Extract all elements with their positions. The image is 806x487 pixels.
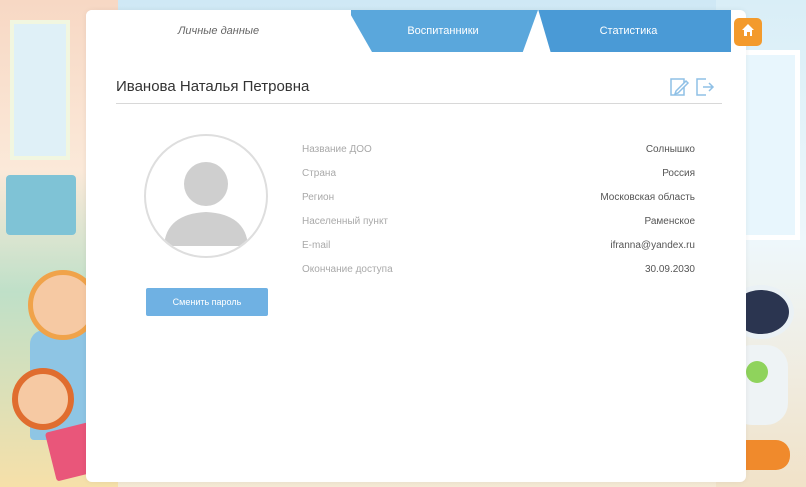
info-value: 30.09.2030	[644, 264, 695, 275]
info-label: Окончание доступа	[302, 264, 393, 275]
tab-statistics[interactable]: Статистика	[538, 10, 731, 52]
tab-label: Воспитанники	[407, 25, 479, 37]
info-value: Солнышко	[645, 144, 695, 155]
home-button[interactable]	[734, 18, 762, 46]
info-row-country: Страна Россия	[302, 164, 695, 188]
tab-label: Статистика	[599, 25, 658, 37]
user-placeholder-icon	[146, 162, 266, 256]
info-row-region: Регион Московская область	[302, 188, 695, 212]
info-row-locality: Населенный пункт Раменское	[302, 212, 695, 236]
profile-header: Иванова Наталья Петровна	[116, 72, 722, 104]
info-row-email: E-mail ifranna@yandex.ru	[302, 236, 695, 260]
info-label: Страна	[302, 168, 337, 179]
profile-info: Название ДОО Солнышко Страна Россия Реги…	[302, 140, 695, 284]
info-label: E-mail	[302, 240, 331, 251]
wall-picture	[10, 20, 70, 160]
user-full-name: Иванова Наталья Петровна	[116, 78, 310, 95]
info-value: Раменское	[644, 216, 695, 227]
info-value: ifranna@yandex.ru	[610, 240, 695, 251]
home-icon	[740, 22, 756, 43]
info-row-access-end: Окончание доступа 30.09.2030	[302, 260, 695, 284]
info-label: Населенный пункт	[302, 216, 389, 227]
avatar	[144, 134, 268, 258]
change-password-button[interactable]: Сменить пароль	[146, 288, 268, 316]
tab-personal-data[interactable]: Личные данные	[86, 10, 351, 52]
info-row-preschool: Название ДОО Солнышко	[302, 140, 695, 164]
logout-icon[interactable]	[694, 76, 716, 98]
shelf	[6, 175, 76, 235]
girl-illustration	[12, 368, 74, 430]
edit-icon[interactable]	[668, 76, 690, 98]
info-value: Московская область	[600, 192, 695, 203]
tab-bar: Статистика Воспитанники Личные данные	[86, 10, 746, 52]
info-label: Название ДОО	[302, 144, 372, 155]
info-value: Россия	[662, 168, 695, 179]
info-label: Регион	[302, 192, 335, 203]
tab-pupils[interactable]: Воспитанники	[348, 10, 538, 52]
profile-panel: Статистика Воспитанники Личные данные Ив…	[86, 10, 762, 482]
tab-label: Личные данные	[177, 25, 260, 37]
